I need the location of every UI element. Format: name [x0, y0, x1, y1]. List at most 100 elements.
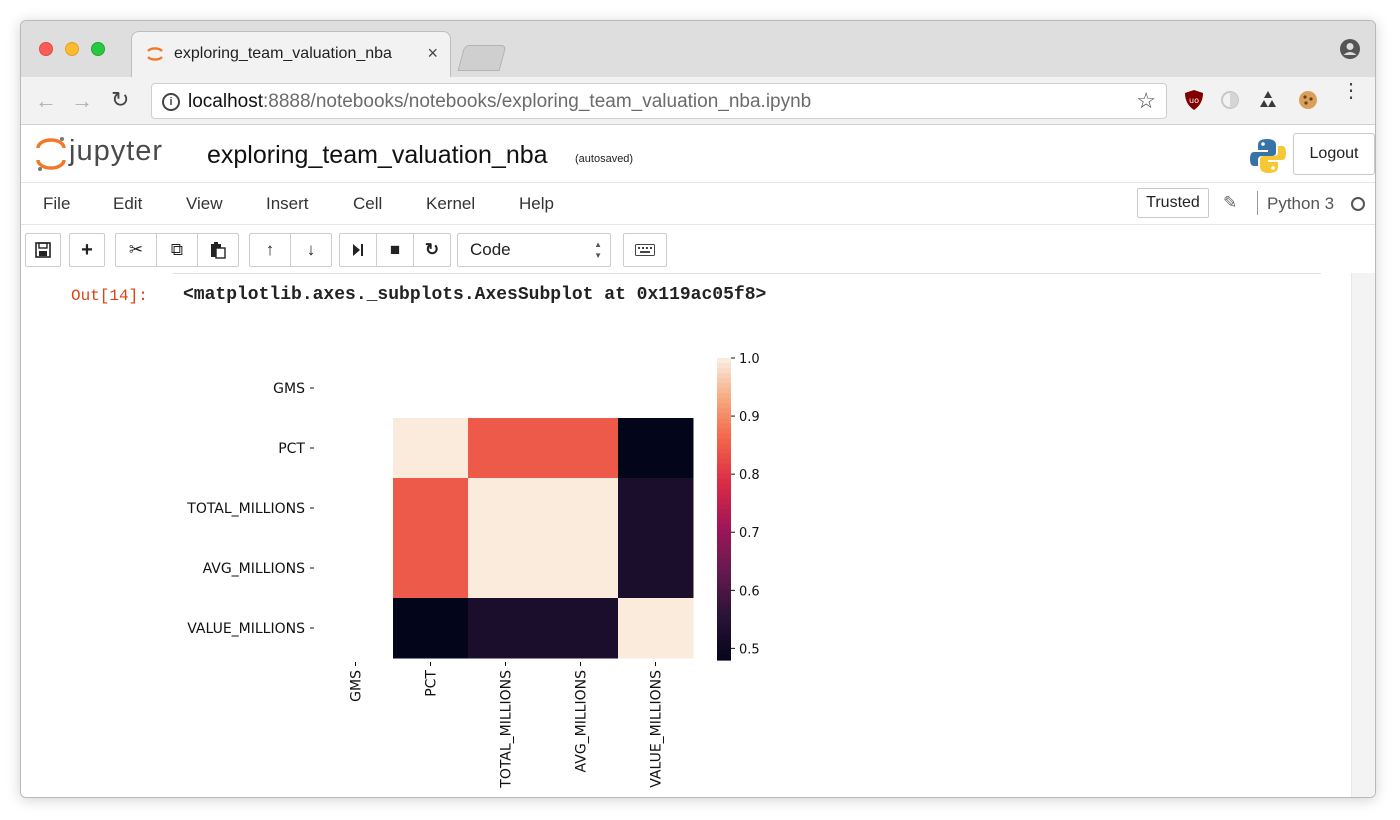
browser-menu-icon[interactable]: ⋮	[1341, 81, 1361, 101]
jupyter-logo-icon[interactable]	[35, 135, 67, 173]
colorbar-segment	[717, 403, 731, 409]
bookmark-star-icon[interactable]: ☆	[1136, 88, 1156, 114]
logout-button[interactable]: Logout	[1293, 133, 1375, 175]
heatmap-cell	[393, 598, 469, 659]
close-window-button[interactable]	[39, 42, 53, 56]
menu-insert[interactable]: Insert	[266, 194, 309, 214]
colorbar-segment	[717, 619, 731, 626]
menu-file[interactable]: File	[43, 194, 70, 214]
paste-button[interactable]	[197, 233, 239, 267]
colorbar-segment	[717, 433, 731, 440]
url-host: localhost	[188, 91, 263, 112]
url-path: :8888/notebooks/notebooks/exploring_team…	[263, 91, 812, 112]
jupyter-logo-text: jupyter	[69, 135, 164, 167]
y-tick-label: VALUE_MILLIONS	[187, 621, 305, 637]
url-text: localhost:8888/notebooks/notebooks/explo…	[188, 91, 811, 113]
heatmap-cell	[618, 538, 694, 599]
colorbar-segment	[717, 363, 731, 369]
new-tab-button[interactable]	[457, 45, 507, 71]
colorbar-tick-label: 0.6	[739, 584, 760, 599]
heatmap-cell	[468, 538, 544, 599]
insert-cell-button[interactable]: +	[69, 233, 105, 267]
colorbar-segment	[717, 624, 731, 631]
jupyter-header: jupyter exploring_team_valuation_nba (au…	[21, 125, 1375, 183]
save-button[interactable]	[25, 233, 61, 267]
colorbar-segment	[717, 378, 731, 384]
colorbar-segment	[717, 398, 731, 404]
move-up-button[interactable]: ↑	[249, 233, 291, 267]
colorbar-segment	[717, 599, 731, 606]
colorbar-segment	[717, 519, 731, 525]
maximize-window-button[interactable]	[91, 42, 105, 56]
menu-view[interactable]: View	[186, 194, 223, 214]
colorbar-segment	[717, 644, 731, 651]
heatmap-cell	[543, 538, 619, 599]
info-icon[interactable]: i	[162, 93, 180, 111]
jupyter-favicon-icon	[147, 47, 163, 61]
scrollbar[interactable]	[1351, 273, 1375, 797]
colorbar-segment	[717, 448, 731, 455]
url-input[interactable]: i localhost:8888/notebooks/notebooks/exp…	[151, 83, 1167, 119]
colorbar-segment	[717, 473, 731, 480]
colorbar-segment	[717, 574, 731, 581]
colorbar-segment	[717, 564, 731, 570]
recycle-extension-icon[interactable]	[1257, 89, 1279, 111]
menu-cell[interactable]: Cell	[353, 194, 382, 214]
browser-window: exploring_team_valuation_nba × ← → ↻ i l…	[20, 20, 1376, 798]
y-tick-label: PCT	[278, 441, 305, 457]
tab-bar: exploring_team_valuation_nba ×	[21, 21, 1375, 77]
colorbar-segment	[717, 373, 731, 379]
heatmap-cell	[393, 418, 469, 479]
profile-icon[interactable]	[1339, 38, 1361, 60]
notebook-toolbar: + ✂ ⧉ ↑ ↓ ■ ↻ Code ▲ ▼	[21, 225, 1375, 273]
back-button[interactable]: ←	[35, 88, 57, 114]
colorbar-tick-label: 1.0	[739, 352, 760, 367]
command-palette-button[interactable]	[623, 233, 667, 267]
tab-notebook[interactable]: exploring_team_valuation_nba ×	[131, 31, 451, 77]
svg-text:uo: uo	[1189, 96, 1199, 105]
heatmap-cell	[618, 418, 694, 479]
colorbar-segment	[717, 524, 731, 530]
reload-button[interactable]: ↻	[111, 87, 129, 113]
colorbar-segment	[717, 383, 731, 389]
menu-kernel[interactable]: Kernel	[426, 194, 475, 214]
x-tick-label: AVG_MILLIONS	[574, 670, 590, 773]
move-down-button[interactable]: ↓	[290, 233, 332, 267]
cut-button[interactable]: ✂	[115, 233, 157, 267]
colorbar-segment	[717, 463, 731, 470]
save-icon	[35, 242, 51, 258]
menu-help[interactable]: Help	[519, 194, 554, 214]
ublock-extension-icon[interactable]: uo	[1183, 89, 1205, 111]
cell-type-value: Code	[470, 240, 511, 259]
extension-icon[interactable]	[1219, 89, 1241, 111]
colorbar-tick-label: 0.9	[739, 410, 760, 425]
colorbar-segment	[717, 423, 731, 430]
run-button[interactable]	[339, 233, 377, 267]
colorbar-segment	[717, 544, 731, 550]
keyboard-icon	[635, 244, 655, 256]
tab-close-icon[interactable]: ×	[427, 43, 438, 64]
colorbar-segment	[717, 584, 731, 591]
cookie-extension-icon[interactable]	[1297, 89, 1319, 111]
heatmap-cell	[618, 598, 694, 659]
python-logo-icon	[1250, 139, 1286, 173]
copy-button[interactable]: ⧉	[156, 233, 198, 267]
cell-type-select[interactable]: Code ▲ ▼	[457, 233, 611, 267]
colorbar-segment	[717, 438, 731, 445]
y-tick-label: AVG_MILLIONS	[203, 561, 306, 577]
trusted-badge[interactable]: Trusted	[1137, 188, 1209, 218]
autosave-status: (autosaved)	[575, 153, 634, 165]
restart-button[interactable]: ↻	[413, 233, 451, 267]
forward-button[interactable]: →	[71, 88, 93, 114]
menu-edit[interactable]: Edit	[113, 194, 142, 214]
edit-pencil-icon[interactable]: ✎	[1223, 193, 1237, 213]
colorbar-segment	[717, 579, 731, 586]
notebook-title[interactable]: exploring_team_valuation_nba	[207, 141, 548, 170]
colorbar-segment	[717, 453, 731, 460]
colorbar-segment	[717, 468, 731, 475]
interrupt-button[interactable]: ■	[376, 233, 414, 267]
menu-bar: File Edit View Insert Cell Kernel Help T…	[21, 183, 1375, 225]
colorbar-segment	[717, 443, 731, 450]
colorbar-segment	[717, 493, 731, 500]
minimize-window-button[interactable]	[65, 42, 79, 56]
